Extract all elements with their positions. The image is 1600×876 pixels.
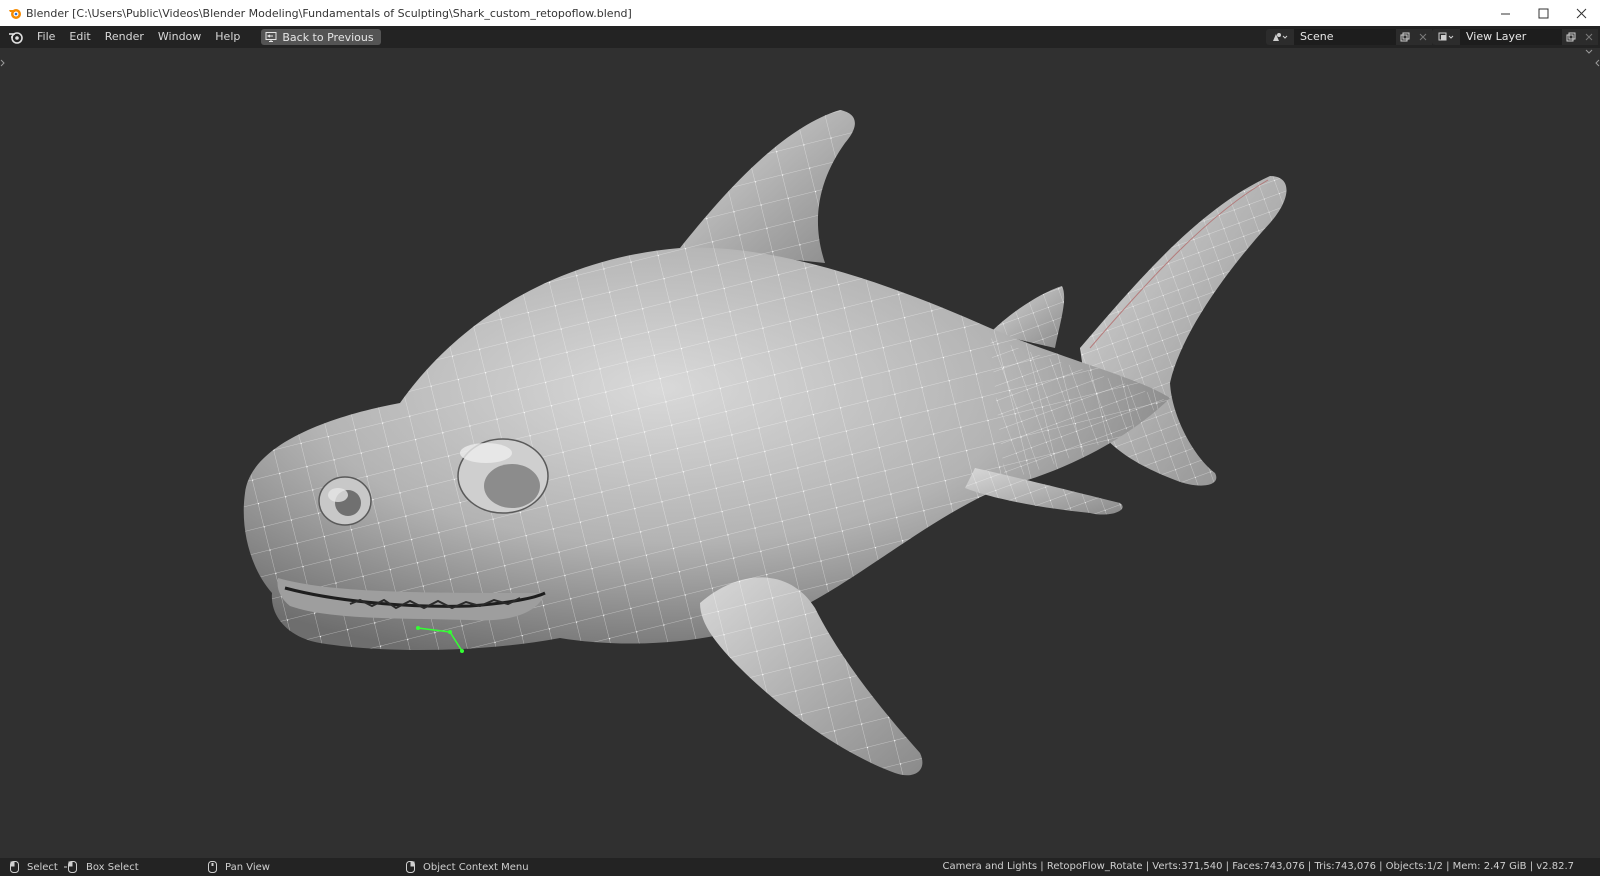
3d-viewport[interactable] (0, 48, 1600, 858)
remove-view-layer-button[interactable] (1580, 29, 1598, 45)
status-bar: Select Box Select Pan View Object Contex… (0, 858, 1600, 876)
mouse-left-icon (10, 861, 19, 873)
view-layer-selector: View Layer (1432, 29, 1598, 45)
view-layer-browse-dropdown[interactable] (1432, 29, 1460, 45)
minimize-button[interactable] (1486, 0, 1524, 26)
scene-name-field[interactable]: Scene (1294, 29, 1396, 45)
view-layer-name-field[interactable]: View Layer (1460, 29, 1562, 45)
shark-eye (457, 438, 549, 514)
hint-pan-view: Pan View (208, 860, 270, 874)
scene-statistics: Camera and Lights | RetopoFlow_Rotate | … (942, 861, 1574, 872)
menu-window[interactable]: Window (151, 26, 208, 48)
shark-mesh[interactable] (0, 48, 1600, 858)
hint-context-menu: Object Context Menu (406, 860, 529, 874)
menu-help[interactable]: Help (208, 26, 247, 48)
hint-pan-view-label: Pan View (225, 861, 270, 873)
minimize-icon (1500, 13, 1510, 14)
back-screen-icon (265, 32, 277, 42)
window-title: Blender [C:\Users\Public\Videos\Blender … (26, 6, 632, 20)
mouse-right-icon (406, 861, 415, 873)
close-icon (1576, 8, 1586, 18)
copy-icon (1400, 32, 1410, 42)
back-to-previous-button[interactable]: Back to Previous (261, 29, 381, 45)
close-button[interactable] (1562, 0, 1600, 26)
mouse-middle-icon (208, 861, 217, 873)
menu-render[interactable]: Render (98, 26, 151, 48)
scene-browse-dropdown[interactable] (1266, 29, 1294, 45)
menu-file[interactable]: File (30, 26, 62, 48)
scene-icon (1273, 33, 1288, 41)
window-controls (1486, 0, 1600, 26)
hint-box-select-label: Box Select (86, 861, 139, 873)
scene-selector: Scene (1266, 29, 1432, 45)
hint-select: Select (10, 860, 58, 874)
maximize-button[interactable] (1524, 0, 1562, 26)
blender-menu-icon[interactable] (8, 29, 24, 45)
shark-nostril (318, 476, 372, 526)
back-button-label: Back to Previous (282, 30, 374, 44)
hint-context-menu-label: Object Context Menu (423, 861, 529, 873)
rear-pectoral-fin (965, 468, 1123, 515)
blender-app-icon (9, 9, 21, 19)
dorsal-fin (680, 110, 855, 263)
menu-edit[interactable]: Edit (62, 26, 97, 48)
view-layer-icon (1438, 32, 1454, 41)
hint-select-label: Select (27, 861, 58, 873)
mouse-left-drag-icon (64, 861, 77, 873)
remove-scene-button[interactable] (1414, 29, 1432, 45)
close-x-icon (1585, 33, 1593, 41)
maximize-icon (1538, 8, 1548, 18)
hint-box-select: Box Select (64, 860, 139, 874)
close-x-icon (1419, 33, 1427, 41)
new-view-layer-button[interactable] (1562, 29, 1580, 45)
pectoral-fin (700, 577, 923, 776)
blender-topbar: File Edit Render Window Help Back to Pre… (0, 26, 1600, 48)
new-scene-button[interactable] (1396, 29, 1414, 45)
copy-icon (1566, 32, 1576, 42)
window-titlebar: Blender [C:\Users\Public\Videos\Blender … (0, 0, 1600, 26)
